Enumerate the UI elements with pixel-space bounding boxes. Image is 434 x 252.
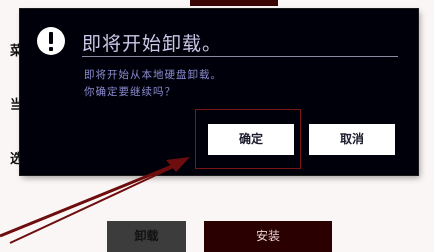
top-dark-strip — [190, 0, 278, 6]
dialog-message: 你确定要继续吗？ — [84, 86, 176, 98]
cancel-button[interactable]: 取消 — [309, 124, 395, 155]
dialog-title: 即将开始卸载。 — [82, 33, 223, 55]
install-button[interactable]: 安装 — [204, 221, 332, 252]
uninstall-button[interactable]: 卸载 — [107, 221, 186, 252]
dialog-message: 即将开始从本地硬盘卸载。 — [84, 69, 222, 81]
info-icon — [37, 27, 65, 55]
title-divider — [82, 56, 398, 57]
confirm-uninstall-dialog: 即将开始卸载。 即将开始从本地硬盘卸载。 你确定要继续吗？ 确定 取消 — [20, 9, 418, 175]
confirm-button[interactable]: 确定 — [208, 124, 294, 155]
